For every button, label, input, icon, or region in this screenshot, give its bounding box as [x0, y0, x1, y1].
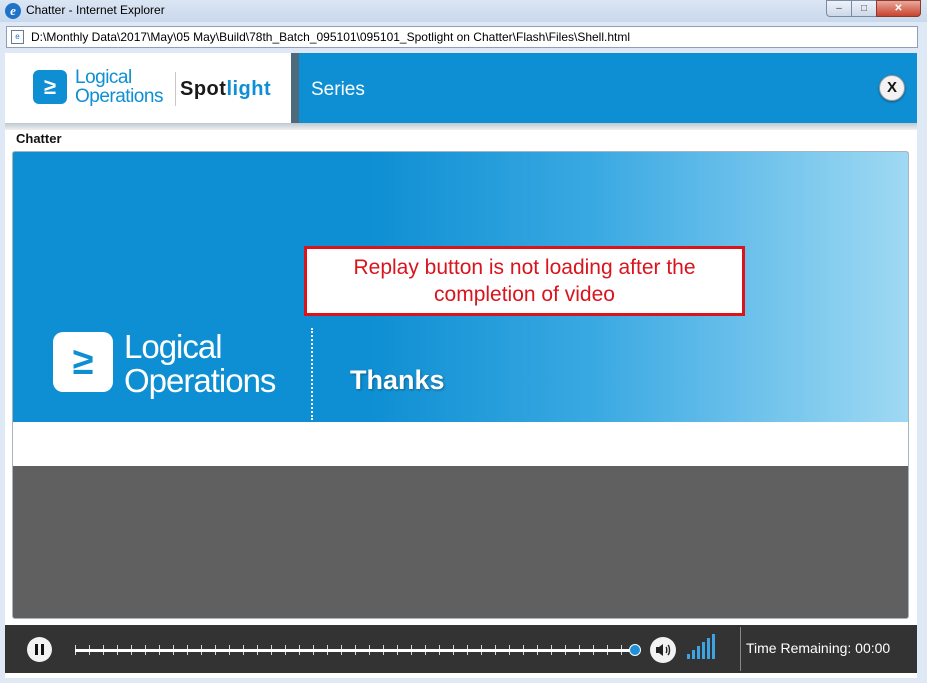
maximize-button[interactable]: □: [851, 0, 877, 17]
spotlight-prefix: Spot: [180, 78, 227, 100]
controls-divider: [740, 627, 741, 671]
pause-icon-bar: [41, 644, 44, 655]
pause-icon-bar: [35, 644, 38, 655]
volume-bar: [692, 650, 695, 659]
video-banner: ≥ Logical Operations Thanks Replay butto…: [13, 152, 908, 422]
volume-bar: [707, 638, 710, 659]
volume-button[interactable]: [650, 637, 676, 663]
series-label: Series: [311, 79, 365, 100]
progress-handle[interactable]: [629, 644, 641, 656]
player-controls: Time Remaining: 00:00: [5, 625, 917, 673]
video-brand-line1: Logical: [124, 328, 223, 365]
window-title: Chatter - Internet Explorer: [26, 3, 165, 17]
header-shadow-bar: [5, 123, 917, 130]
volume-bar: [697, 646, 700, 659]
app-content: ≥ Logical Operations Spotlight Series X …: [5, 53, 917, 678]
page-title: Chatter: [16, 131, 62, 146]
close-button[interactable]: X: [879, 75, 905, 101]
video-brand-line2: Operations: [124, 362, 276, 399]
annotation-callout: Replay button is not loading after the c…: [304, 246, 745, 316]
time-remaining: Time Remaining: 00:00: [746, 640, 891, 656]
brand-name: Logical Operations: [75, 68, 163, 106]
logical-operations-logo-icon: ≥: [53, 332, 113, 392]
volume-bar: [702, 642, 705, 659]
internet-explorer-icon: e: [5, 3, 21, 19]
speaker-icon: [656, 644, 671, 656]
app-header: ≥ Logical Operations Spotlight Series X: [5, 53, 917, 123]
page-icon: e: [11, 30, 24, 44]
window-titlebar: e Chatter - Internet Explorer ‒ □ ✕: [0, 0, 927, 22]
window-controls: ‒ □ ✕: [826, 0, 921, 17]
video-white-strip: [13, 422, 908, 466]
volume-bar: [687, 654, 690, 659]
logo-divider: [175, 72, 176, 106]
close-window-button[interactable]: ✕: [876, 0, 921, 17]
video-player[interactable]: ≥ Logical Operations Thanks Replay butto…: [12, 151, 909, 619]
brand-line2: Operations: [75, 86, 163, 107]
minimize-button[interactable]: ‒: [826, 0, 852, 17]
header-divider: [291, 53, 299, 123]
spotlight-logo: Spotlight: [180, 78, 271, 101]
volume-level[interactable]: [687, 633, 717, 659]
progress-ticks: [75, 645, 635, 655]
volume-bar: [712, 634, 715, 659]
spotlight-suffix: light: [226, 78, 272, 100]
logo-area: ≥ Logical Operations Spotlight: [5, 53, 291, 123]
thanks-message: Thanks: [350, 365, 445, 395]
address-url[interactable]: D:\Monthly Data\2017\May\05 May\Build\78…: [31, 30, 630, 44]
pause-button[interactable]: [27, 637, 52, 662]
dotted-divider: [311, 328, 313, 420]
address-bar[interactable]: e D:\Monthly Data\2017\May\05 May\Build\…: [6, 26, 918, 48]
video-brand-name: Logical Operations: [124, 328, 276, 399]
brand-line1: Logical: [75, 67, 132, 88]
logical-operations-logo-icon: ≥: [33, 70, 67, 104]
